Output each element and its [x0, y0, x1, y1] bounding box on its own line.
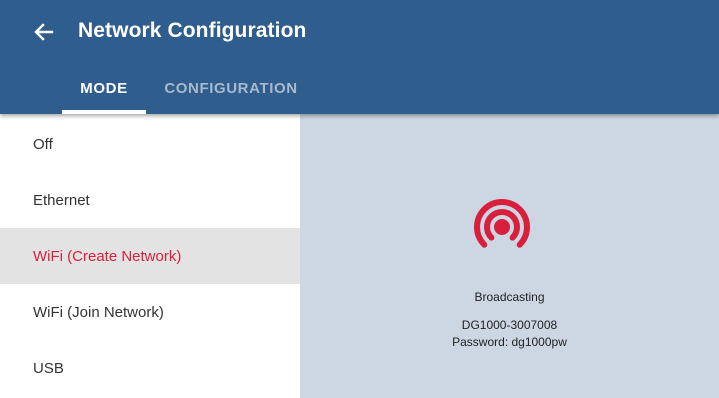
broadcast-icon: [474, 199, 530, 248]
arrow-left-icon: [34, 23, 54, 41]
page-title: Network Configuration: [78, 19, 307, 42]
mode-item-ethernet[interactable]: Ethernet: [0, 172, 300, 228]
mode-item-usb[interactable]: USB: [0, 340, 300, 396]
app-bar: Network Configuration MODE CONFIGURATION: [0, 0, 719, 114]
tab-configuration[interactable]: CONFIGURATION: [156, 80, 306, 114]
back-button[interactable]: [30, 18, 58, 46]
mode-item-off[interactable]: Off: [0, 116, 300, 172]
network-name: DG1000-3007008: [461, 318, 558, 332]
active-tab-indicator: [62, 110, 146, 114]
mode-item-wifi-join[interactable]: WiFi (Join Network): [0, 284, 300, 340]
tab-mode[interactable]: MODE: [62, 80, 146, 114]
network-password: Password: dg1000pw: [452, 335, 567, 349]
broadcast-status: Broadcasting: [474, 290, 545, 304]
status-panel: Broadcasting DG1000-3007008 Password: dg…: [300, 114, 719, 398]
mode-item-wifi-create[interactable]: WiFi (Create Network): [0, 228, 300, 284]
mode-list: Off Ethernet WiFi (Create Network) WiFi …: [0, 114, 300, 398]
